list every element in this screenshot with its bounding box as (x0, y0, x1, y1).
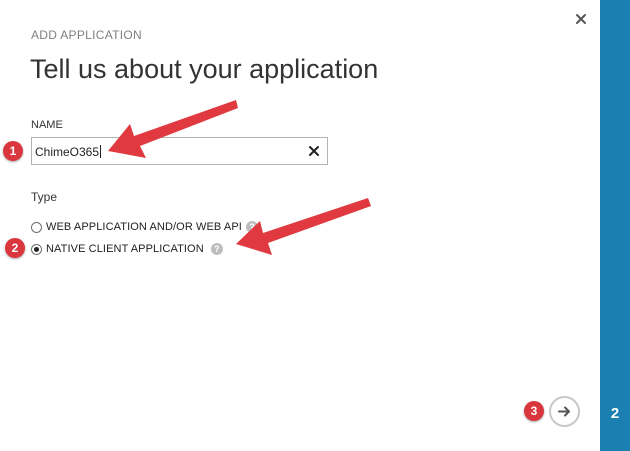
annotation-arrow-2 (236, 198, 371, 255)
annotation-badge-3: 3 (524, 401, 544, 421)
annotation-badge-1: 1 (3, 141, 23, 161)
annotation-badge-2: 2 (5, 238, 25, 258)
annotation-arrow-1 (108, 100, 238, 158)
annotation-arrows (108, 100, 371, 255)
